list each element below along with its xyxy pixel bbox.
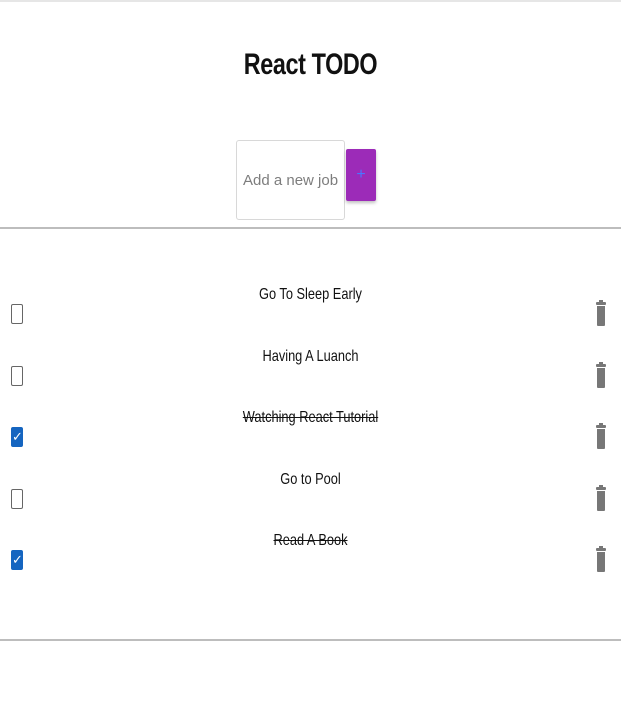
checkmark-icon <box>12 490 22 508</box>
checkmark-icon <box>12 367 22 385</box>
checkmark-icon <box>12 305 22 323</box>
todo-item: ✓ Read A Book <box>0 514 621 576</box>
todo-checkbox[interactable] <box>11 488 23 509</box>
todo-list: Go To Sleep Early Having A Luanch ✓ Watc… <box>0 268 621 576</box>
todo-text: Go To Sleep Early <box>259 286 362 303</box>
todo-checkbox[interactable] <box>11 304 23 324</box>
todo-text: Go to Pool <box>280 470 341 488</box>
delete-button[interactable] <box>596 484 606 511</box>
delete-button[interactable] <box>596 361 606 388</box>
new-job-input[interactable] <box>236 140 345 220</box>
add-job-button[interactable]: + <box>346 149 376 201</box>
todo-item: Having A Luanch <box>0 330 621 392</box>
todo-checkbox[interactable]: ✓ <box>11 550 23 570</box>
delete-button[interactable] <box>596 423 606 449</box>
top-border <box>0 0 621 2</box>
todo-checkbox[interactable] <box>11 365 23 386</box>
todo-text: Having A Luanch <box>262 347 359 365</box>
checkmark-icon: ✓ <box>12 552 23 567</box>
page-title: React TODO <box>243 48 378 81</box>
header-divider <box>0 227 621 229</box>
todo-item: Go To Sleep Early <box>0 268 621 330</box>
todo-text: Watching React Tutorial <box>242 409 379 426</box>
footer-divider <box>0 639 621 641</box>
checkmark-icon: ✓ <box>12 429 23 444</box>
todo-text: Read A Book <box>273 532 348 549</box>
delete-button[interactable] <box>596 300 606 326</box>
todo-item: Go to Pool <box>0 453 621 515</box>
todo-item: ✓ Watching React Tutorial <box>0 391 621 453</box>
todo-checkbox[interactable]: ✓ <box>11 427 23 447</box>
delete-button[interactable] <box>596 546 606 572</box>
